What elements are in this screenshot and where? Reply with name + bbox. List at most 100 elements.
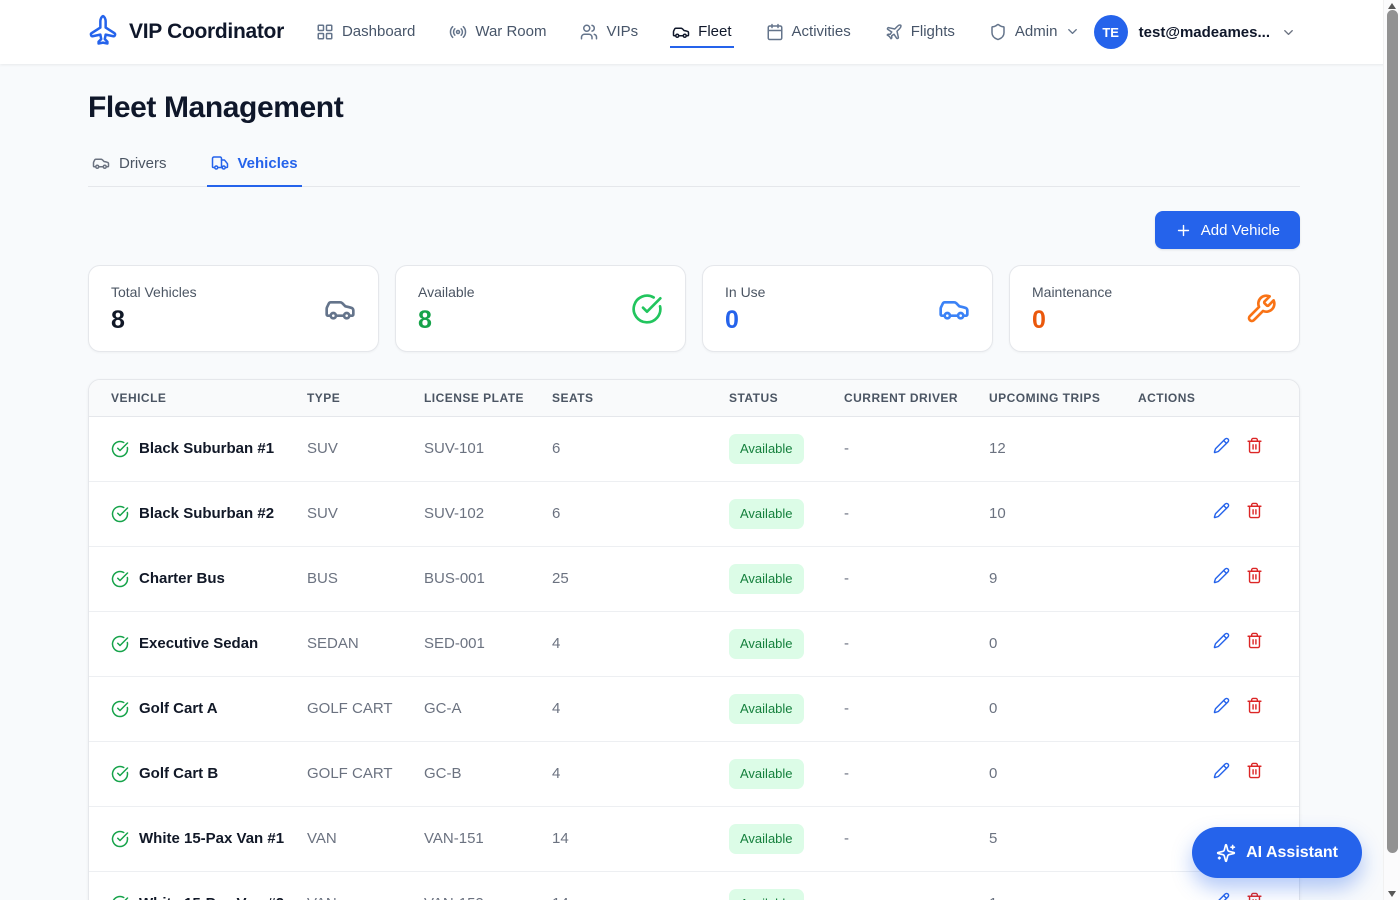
nav-item-label: Dashboard [342,23,415,40]
upcoming-trips: 1 [967,872,1116,900]
nav-item-label: VIPs [606,23,638,40]
seats: 14 [530,807,707,872]
vehicle-name: White 15-Pax Van #2 [139,893,284,900]
scroll-thumb[interactable] [1387,10,1398,853]
actions-cell [1116,742,1300,807]
status-badge: Available [729,564,804,594]
license-plate: BUS-001 [402,547,530,612]
column-header: ACTIONS [1116,380,1300,417]
nav-item-activities[interactable]: Activities [764,17,853,48]
seats: 14 [530,872,707,900]
delete-vehicle-button[interactable] [1246,762,1263,779]
nav-item-flights[interactable]: Flights [883,17,957,48]
tab-drivers[interactable]: Drivers [88,152,171,187]
table-row: Charter BusBUSBUS-00125Available-9 [89,547,1300,612]
delete-vehicle-button[interactable] [1246,892,1263,900]
status-cell: Available [707,677,822,742]
vehicle-cell-content: Black Suburban #2 [111,503,263,525]
add-vehicle-label: Add Vehicle [1201,222,1280,239]
stat-card-in-use: In Use0 [702,265,993,352]
nav-item-admin[interactable]: Admin [987,17,1083,48]
plus-icon [1175,222,1192,239]
vehicle-cell: Golf Cart B [89,742,285,807]
license-plate: SED-001 [402,612,530,677]
license-plate: VAN-152 [402,872,530,900]
column-header: SEATS [530,380,707,417]
vehicle-type: SEDAN [285,612,402,677]
delete-vehicle-button[interactable] [1246,437,1263,454]
nav-item-label: Admin [1015,23,1058,40]
upcoming-trips: 0 [967,612,1116,677]
nav-item-vips[interactable]: VIPs [578,17,640,48]
edit-vehicle-button[interactable] [1213,762,1230,779]
vehicle-type: SUV [285,482,402,547]
nav-item-label: Fleet [698,23,731,40]
pencil-icon [1213,697,1230,714]
seats: 6 [530,482,707,547]
edit-vehicle-button[interactable] [1213,567,1230,584]
stat-card-text: Available8 [418,284,475,334]
navbar: VIP Coordinator Dashboard War Room VIPs Fle… [0,0,1400,64]
vehicle-cell: Black Suburban #1 [89,417,285,482]
calendar-icon [766,23,784,41]
nav-item-fleet[interactable]: Fleet [670,17,733,48]
stat-card-text: Maintenance0 [1032,284,1112,334]
user-menu[interactable]: TE test@madeames... [1094,15,1296,49]
table-row: White 15-Pax Van #2VANVAN-15214Available… [89,872,1300,900]
nav-item-label: Flights [911,23,955,40]
plane-icon [885,23,903,41]
seats: 4 [530,742,707,807]
car-icon [672,23,690,41]
pencil-icon [1213,892,1230,900]
edit-vehicle-button[interactable] [1213,437,1230,454]
current-driver: - [822,482,967,547]
edit-vehicle-button[interactable] [1213,892,1230,900]
vehicles-table: VEHICLETYPELICENSE PLATESEATSSTATUSCURRE… [89,380,1300,900]
nav-item-dashboard[interactable]: Dashboard [314,17,417,48]
vehicle-cell: Charter Bus [89,547,285,612]
scrollbar[interactable] [1383,0,1400,900]
wrench-icon [1245,293,1277,325]
scroll-up-arrow[interactable] [1388,3,1396,9]
brand[interactable]: VIP Coordinator [88,17,284,47]
chevron-down-icon [1065,24,1080,39]
layout-grid-icon [316,23,334,41]
status-badge: Available [729,759,804,789]
upcoming-trips: 12 [967,417,1116,482]
delete-vehicle-button[interactable] [1246,632,1263,649]
fleet-tabs: Drivers Vehicles [88,152,1300,187]
edit-vehicle-button[interactable] [1213,697,1230,714]
sparkles-icon [1216,843,1236,863]
status-badge: Available [729,824,804,854]
circle-check-icon [111,505,129,523]
tab-label: Drivers [119,155,167,172]
stat-label: In Use [725,284,765,300]
pencil-icon [1213,567,1230,584]
edit-vehicle-button[interactable] [1213,632,1230,649]
scroll-down-arrow[interactable] [1388,891,1396,897]
delete-vehicle-button[interactable] [1246,567,1263,584]
actions-cell [1116,677,1300,742]
current-driver: - [822,742,967,807]
upcoming-trips: 5 [967,807,1116,872]
status-cell: Available [707,807,822,872]
edit-vehicle-button[interactable] [1213,502,1230,519]
actions-cell [1116,417,1300,482]
pencil-icon [1213,762,1230,779]
vehicle-name: Black Suburban #1 [139,438,274,460]
add-vehicle-button[interactable]: Add Vehicle [1155,211,1300,249]
delete-vehicle-button[interactable] [1246,697,1263,714]
table-row: Black Suburban #1SUVSUV-1016Available-12 [89,417,1300,482]
nav-item-war-room[interactable]: War Room [447,17,548,48]
seats: 6 [530,417,707,482]
main-content: Fleet Management Drivers Vehicles Add Veh… [88,90,1300,900]
page-title: Fleet Management [88,90,1300,126]
ai-assistant-button[interactable]: AI Assistant [1192,827,1362,878]
tab-vehicles[interactable]: Vehicles [207,152,302,187]
vehicle-cell: Black Suburban #2 [89,482,285,547]
status-cell: Available [707,742,822,807]
column-header: CURRENT DRIVER [822,380,967,417]
stat-card-maintenance: Maintenance0 [1009,265,1300,352]
delete-vehicle-button[interactable] [1246,502,1263,519]
vehicle-type: GOLF CART [285,742,402,807]
